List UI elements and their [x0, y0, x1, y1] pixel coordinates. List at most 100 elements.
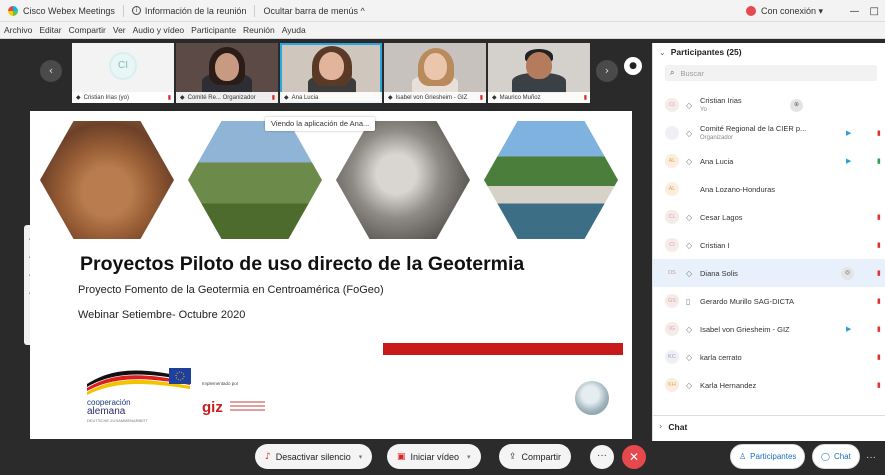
leave-meeting-button[interactable]: ✕ — [622, 445, 646, 469]
participant-list: CI ◇ Cristian Irias Yo ⊕ ◇ Comité Region… — [653, 91, 885, 399]
participant-row[interactable]: AL Ana Lozano-Honduras — [653, 175, 885, 203]
share-label: Compartir — [521, 451, 562, 462]
menu-archivo[interactable]: Archivo — [4, 25, 32, 35]
participant-row[interactable]: CI ◇ Cristian I ▮ — [653, 231, 885, 259]
connection-status[interactable]: Con conexión ▾ — [746, 0, 823, 22]
avatar: CL — [665, 210, 679, 224]
menu-editar[interactable]: Editar — [39, 25, 61, 35]
participant-name: Karla Hernandez — [700, 381, 757, 390]
status-icon: ◇ — [686, 240, 693, 250]
video-tile[interactable]: ◆ Maurico Muñoz ▮ — [488, 43, 590, 103]
avatar: CI — [665, 238, 679, 252]
app-name: Cisco Webex Meetings — [23, 5, 115, 16]
video-tile-active[interactable]: ◆ Ana Lucia — [280, 43, 382, 103]
mic-muted-icon: ▮ — [877, 213, 881, 221]
participant-name: Ana Lucia — [700, 157, 734, 166]
avatar: AL — [665, 154, 679, 168]
status-icon: ◆ — [284, 95, 289, 101]
photo-hex-workers — [484, 121, 618, 239]
panel-overflow-button[interactable]: ··· — [866, 452, 876, 463]
participant-search-input[interactable]: ⌕ Buscar — [665, 65, 877, 81]
menu-compartir[interactable]: Compartir — [69, 25, 106, 35]
more-options-button[interactable]: ··· — [590, 445, 614, 469]
participant-action-icon[interactable]: ◎ — [841, 266, 854, 280]
chat-icon: ◯ — [821, 452, 830, 461]
participant-row[interactable]: CL ◇ Cesar Lagos ▮ — [653, 203, 885, 231]
participant-row-highlighted[interactable]: DS ◇ Diana Solis ◎ ▮ — [653, 259, 885, 287]
chat-toggle-button[interactable]: ◯ Chat — [812, 444, 860, 469]
menu-reunion[interactable]: Reunión — [243, 25, 275, 35]
mic-muted-icon: ▮ — [583, 95, 587, 101]
menu-ver[interactable]: Ver — [113, 25, 126, 35]
strip-left-arrow[interactable]: ‹ — [40, 60, 62, 82]
slide-date: Webinar Setiembre- Octubre 2020 — [78, 309, 246, 321]
unmute-button[interactable]: ♪ Desactivar silencio ▾ — [255, 444, 373, 469]
photo-hex-soil — [40, 121, 174, 239]
minimize-button[interactable]: — — [850, 6, 860, 17]
webex-window: Cisco Webex Meetings i Información de la… — [0, 0, 885, 475]
participant-row[interactable]: ◇ Comité Regional de la CIER p... Organi… — [653, 119, 885, 147]
participant-row[interactable]: KH ◇ Karla Hernandez ▮ — [653, 371, 885, 399]
chevron-down-icon: ▾ — [358, 452, 363, 461]
participant-name: Gerardo Murillo SAG-DICTA — [700, 297, 795, 306]
implemented-by-label: Implementado por — [202, 381, 239, 386]
participant-row[interactable]: GS ▯ Gerardo Murillo SAG-DICTA ▮ — [653, 287, 885, 315]
tile-caption: ◆ Ana Lucia — [280, 92, 382, 103]
participant-name: Cesar Lagos — [700, 213, 743, 222]
shared-content[interactable]: Proyectos Piloto de uso directo de la Ge… — [30, 111, 632, 439]
status-icon: ◆ — [76, 95, 81, 101]
hide-menu-button[interactable]: Ocultar barra de menús ^ — [255, 0, 372, 22]
participants-icon: ♙ — [739, 452, 747, 461]
participants-toggle-label: Participantes — [750, 452, 797, 461]
tile-caption: ◆ Comité Re... Organizador ▮ — [176, 92, 278, 103]
maximize-button[interactable]: □ — [870, 6, 879, 17]
participant-action-icon[interactable]: ⊕ — [790, 98, 803, 112]
status-icon: ◆ — [492, 95, 497, 101]
chat-header[interactable]: › Chat — [653, 415, 885, 437]
giz-logo-lines — [230, 401, 265, 413]
video-tile[interactable]: ◆ Comité Re... Organizador ▮ — [176, 43, 278, 103]
avatar: CI — [109, 52, 137, 80]
participants-toggle-button[interactable]: ♙ Participantes — [730, 444, 806, 469]
video-tile[interactable]: ◆ Isabel von Griesheim - GIZ ▮ — [384, 43, 486, 103]
info-icon: i — [131, 6, 141, 15]
video-off-icon: ▣ — [397, 451, 406, 462]
share-button[interactable]: ⇪ Compartir — [499, 444, 572, 469]
cooperacion-alemana-logo-icon — [87, 368, 191, 395]
strip-right-arrow[interactable]: › — [596, 60, 618, 82]
slide-title: Proyectos Piloto de uso directo de la Ge… — [80, 253, 525, 275]
chat-toggle-label: Chat — [833, 452, 851, 461]
participant-name: Isabel von Griesheim - GIZ — [700, 325, 790, 334]
stage-options-button[interactable]: ● — [624, 57, 642, 75]
participant-video — [384, 43, 486, 93]
meeting-info-label: Información de la reunión — [144, 5, 247, 16]
avatar — [665, 126, 679, 140]
meeting-info-button[interactable]: i Información de la reunión — [124, 0, 255, 22]
menu-participante[interactable]: Participante — [191, 25, 236, 35]
mic-muted-icon: ▮ — [479, 95, 483, 101]
video-tile[interactable]: CI ◆ Cristian Irias (yo) ▮ — [72, 43, 174, 103]
participant-name: Cristian I — [700, 241, 730, 250]
tile-name: Cristian Irias (yo) — [83, 94, 129, 101]
mic-active-icon: ▮ — [877, 157, 881, 165]
photo-hex-steam — [336, 121, 470, 239]
participant-row[interactable]: KC ◇ karla cerrato ▮ — [653, 343, 885, 371]
status-icon: ◆ — [180, 95, 185, 101]
participants-panel: ⌄ Participantes (25) ⌕ Buscar CI ◇ Crist… — [652, 43, 885, 441]
participant-row[interactable]: CI ◇ Cristian Irias Yo ⊕ — [653, 91, 885, 119]
participants-header[interactable]: ⌄ Participantes (25) — [653, 43, 885, 61]
participant-row[interactable]: IG ◇ Isabel von Griesheim - GIZ ▶ ▮ — [653, 315, 885, 343]
tile-caption: ◆ Maurico Muñoz ▮ — [488, 92, 590, 103]
status-icon: ◇ — [686, 380, 693, 390]
camera-icon: ▶ — [846, 157, 852, 165]
status-icon: ◇ — [686, 100, 693, 110]
menu-ayuda[interactable]: Ayuda — [282, 25, 306, 35]
title-bar: Cisco Webex Meetings i Información de la… — [0, 0, 885, 22]
unmute-label: Desactivar silencio — [275, 451, 351, 462]
start-video-button[interactable]: ▣ Iniciar vídeo ▾ — [387, 444, 481, 469]
participant-row[interactable]: AL ◇ Ana Lucia ▶ ▮ — [653, 147, 885, 175]
avatar: AL — [665, 182, 679, 196]
window-controls: — □ — [850, 0, 879, 22]
menu-audio-video[interactable]: Audio y vídeo — [133, 25, 185, 35]
mic-muted-icon: ▮ — [877, 241, 881, 249]
